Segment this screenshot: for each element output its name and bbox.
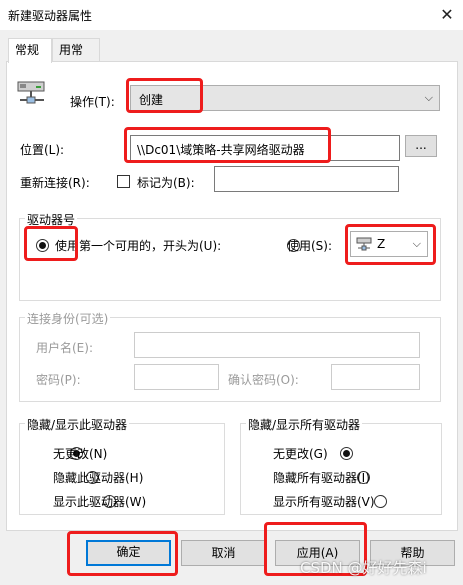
- hide-all-no-change-label: 无更改(G): [273, 447, 328, 461]
- tab-general[interactable]: 常规: [8, 38, 52, 63]
- watermark: CSDN @好好先森i: [300, 559, 427, 577]
- label-as-checkbox[interactable]: [117, 175, 130, 188]
- reconnect-label: 重新连接(R):: [20, 176, 90, 190]
- chevron-down-icon: ⌵: [424, 91, 433, 104]
- highlight-action: [126, 78, 203, 113]
- cancel-button[interactable]: 取消: [181, 540, 266, 566]
- hide-all-show-label: 显示所有驱动器(V): [273, 495, 375, 509]
- hide-this-hide-label: 隐藏此驱动器(H): [53, 471, 144, 485]
- label-as-input[interactable]: [214, 166, 399, 192]
- label-as-label: 标记为(B):: [137, 176, 195, 190]
- hide-all-hide-label: 隐藏所有驱动器(I): [273, 471, 370, 485]
- username-label: 用户名(E):: [36, 341, 93, 355]
- network-drive-icon: [16, 80, 48, 106]
- credentials-group-label: 连接身份(可选): [25, 310, 111, 327]
- username-input[interactable]: [134, 332, 420, 358]
- hide-this-group-label: 隐藏/显示此驱动器: [25, 416, 130, 433]
- password-input[interactable]: [134, 364, 219, 390]
- password-label: 密码(P):: [36, 373, 81, 387]
- browse-button[interactable]: ...: [405, 135, 437, 157]
- highlight-location: [124, 127, 331, 163]
- confirm-password-input[interactable]: [331, 364, 420, 390]
- window-title: 新建驱动器属性: [8, 9, 93, 23]
- use-drive-label: 使用(S):: [287, 239, 333, 253]
- hide-this-show-label: 显示此驱动器(W): [53, 495, 147, 509]
- location-label: 位置(L):: [20, 143, 65, 157]
- highlight-drive-letter: [345, 224, 436, 265]
- highlight-first-available: [24, 226, 78, 261]
- close-icon[interactable]: ✕: [436, 4, 458, 26]
- tab-common[interactable]: 用常: [52, 38, 100, 62]
- hide-this-no-change-label: 无更改(N): [53, 447, 108, 461]
- first-available-label: 使用第一个可用的，开头为(U):: [55, 239, 222, 253]
- confirm-password-label: 确认密码(O):: [228, 373, 299, 387]
- action-label: 操作(T):: [70, 95, 115, 109]
- hide-all-group-label: 隐藏/显示所有驱动器: [246, 416, 363, 433]
- hide-all-show-radio[interactable]: [373, 495, 387, 508]
- highlight-ok: [67, 531, 178, 576]
